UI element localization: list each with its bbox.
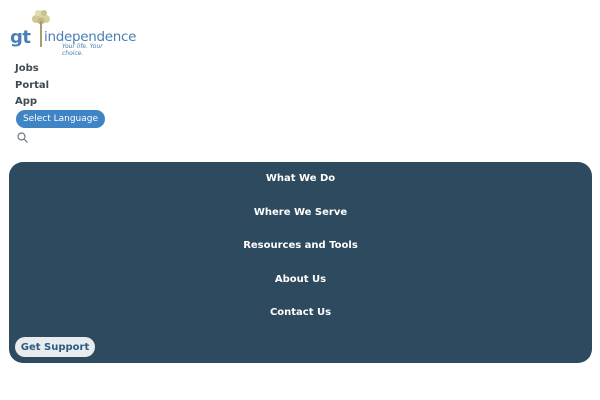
site-logo[interactable]: gt independence Your life. Your choice. bbox=[8, 9, 136, 57]
nav-where-we-serve[interactable]: Where We Serve bbox=[9, 207, 592, 218]
select-language-button[interactable]: Select Language bbox=[16, 110, 105, 128]
nav-contact-us[interactable]: Contact Us bbox=[9, 307, 592, 318]
portal-link[interactable]: Portal bbox=[15, 79, 49, 96]
nav-resources-and-tools[interactable]: Resources and Tools bbox=[9, 240, 592, 251]
search-icon[interactable] bbox=[17, 132, 28, 143]
jobs-link[interactable]: Jobs bbox=[15, 62, 49, 79]
utility-links: Jobs Portal App bbox=[15, 62, 49, 112]
logo-mark: gt bbox=[10, 27, 31, 48]
nav-what-we-do[interactable]: What We Do bbox=[9, 173, 592, 184]
get-support-button[interactable]: Get Support bbox=[15, 337, 95, 357]
logo-tagline: Your life. Your choice. bbox=[62, 43, 103, 57]
main-navigation: What We Do Where We Serve Resources and … bbox=[9, 162, 592, 363]
nav-about-us[interactable]: About Us bbox=[9, 274, 592, 285]
